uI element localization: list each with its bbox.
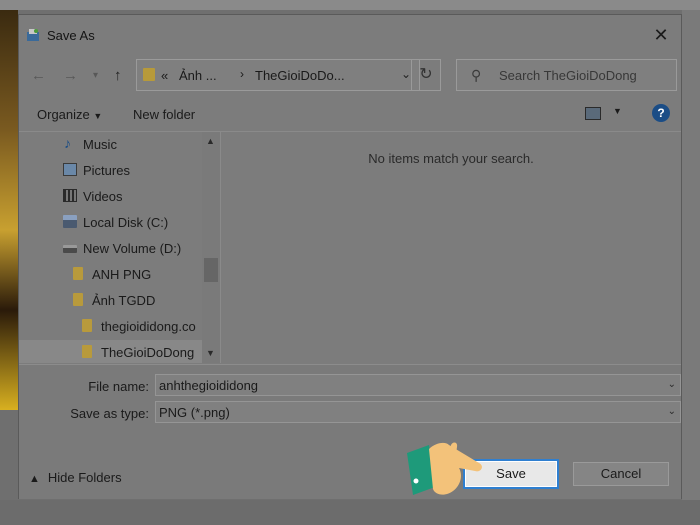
address-bar[interactable]: « Ảnh ... › TheGioiDoDo... ⌄ [136,59,420,91]
scrollbar-thumb[interactable] [204,258,218,282]
close-icon: ✕ [653,25,669,45]
sidebar-item-local-disk[interactable]: Local Disk (C:) [19,210,202,234]
breadcrumb-chevron-icon[interactable]: › [240,67,244,81]
forward-arrow-icon[interactable]: → [63,67,78,84]
sidebar-item-anh-tgdd[interactable]: Ảnh TGDD [19,288,202,312]
navigation-pane: ♪ Music Pictures Videos Local Disk (C:) … [19,132,220,363]
close-button[interactable]: ✕ [649,24,673,46]
sidebar-item-videos[interactable]: Videos [19,184,202,208]
command-toolbar: Organize ▼ New folder ▼ ? [19,101,681,129]
save-type-dropdown-icon[interactable]: ⌄ [668,406,676,417]
sidebar-item-thegioidodong[interactable]: TheGioiDoDong [19,340,202,363]
sidebar-item-label: thegioididong.co [101,319,196,334]
local-disk-icon [63,215,77,228]
refresh-icon: ↻ [419,66,433,83]
scroll-down-icon[interactable]: ▼ [206,348,215,358]
pane-divider[interactable] [220,132,221,363]
title-bar: Save As ✕ [19,15,681,55]
sidebar-item-anh-png[interactable]: ANH PNG [19,262,202,286]
background-app-image [0,10,18,410]
empty-results-message: No items match your search. [368,151,534,166]
folder-icon [73,267,83,280]
sidebar-item-label: Ảnh TGDD [92,293,156,308]
help-icon[interactable]: ? [652,104,670,122]
sidebar-item-label: Pictures [83,163,130,178]
address-overflow[interactable]: « [161,68,168,83]
sidebar-item-label: ANH PNG [92,267,152,282]
folder-icon [73,293,83,306]
save-type-select[interactable]: PNG (*.png) ⌄ [155,401,681,423]
file-name-dropdown-icon[interactable]: ⌄ [668,379,676,390]
background-app-top [0,0,700,10]
sidebar-item-music[interactable]: ♪ Music [19,132,202,156]
save-type-label: Save as type: [70,406,149,421]
file-name-label: File name: [88,379,149,394]
folder-icon [82,319,92,332]
sidebar-item-label: Music [83,137,117,152]
up-arrow-icon[interactable]: ↑ [114,67,122,84]
sidebar-item-label: Videos [83,189,123,204]
drive-icon [63,245,77,253]
sidebar-item-label: TheGioiDoDong [101,345,195,360]
music-icon: ♪ [64,135,71,151]
refresh-button[interactable]: ↻ [411,59,441,91]
back-arrow-icon[interactable]: ← [31,67,46,84]
videos-icon [63,189,77,202]
sidebar-item-thegioididong[interactable]: thegioididong.co [19,314,202,338]
pictures-icon [63,163,77,176]
organize-label: Organize [37,107,90,122]
recent-locations-chevron-icon[interactable]: ▾ [93,70,98,81]
search-box[interactable]: ⚲ [456,59,677,91]
new-folder-button[interactable]: New folder [133,107,195,122]
sidebar-item-pictures[interactable]: Pictures [19,158,202,182]
background-app-right [682,10,700,525]
save-type-value: PNG (*.png) [159,405,230,420]
view-options-icon[interactable] [585,107,601,120]
navigation-scrollbar[interactable]: ▲ ▼ [202,132,220,363]
search-icon: ⚲ [471,67,482,83]
window-title: Save As [47,28,95,43]
folder-icon [143,68,155,81]
pointing-hand-icon [407,442,482,495]
file-name-field[interactable]: anhthegioididong ⌄ [155,374,681,396]
background-app-bottom [0,500,700,525]
search-input[interactable] [499,66,669,84]
breadcrumb-thegioidodong[interactable]: TheGioiDoDo... [255,68,345,83]
folder-icon [82,345,92,358]
scroll-up-icon[interactable]: ▲ [206,136,215,146]
chevron-up-icon: ▲ [29,473,40,485]
breadcrumb-anh[interactable]: Ảnh ... [179,68,217,83]
hide-folders-label: Hide Folders [47,470,122,485]
navigation-bar: ← → ▾ ↑ « Ảnh ... › TheGioiDoDo... ⌄ ↻ ⚲ [19,59,681,93]
hide-folders-button[interactable]: ▲ Hide Folders [29,470,122,485]
sidebar-item-label: New Volume (D:) [83,241,182,256]
organize-dropdown-icon: ▼ [93,111,103,121]
sidebar-item-new-volume[interactable]: New Volume (D:) [19,236,202,260]
address-dropdown-icon[interactable]: ⌄ [401,67,411,81]
save-dialog-icon [27,29,39,41]
save-as-dialog: Save As ✕ ← → ▾ ↑ « Ảnh ... › TheGioiDoD… [18,14,682,499]
view-dropdown-icon[interactable]: ▼ [613,106,622,116]
file-name-value: anhthegioididong [159,378,259,393]
sidebar-item-label: Local Disk (C:) [83,215,169,230]
cancel-button[interactable]: Cancel [573,462,669,486]
organize-menu[interactable]: Organize ▼ [37,107,102,122]
